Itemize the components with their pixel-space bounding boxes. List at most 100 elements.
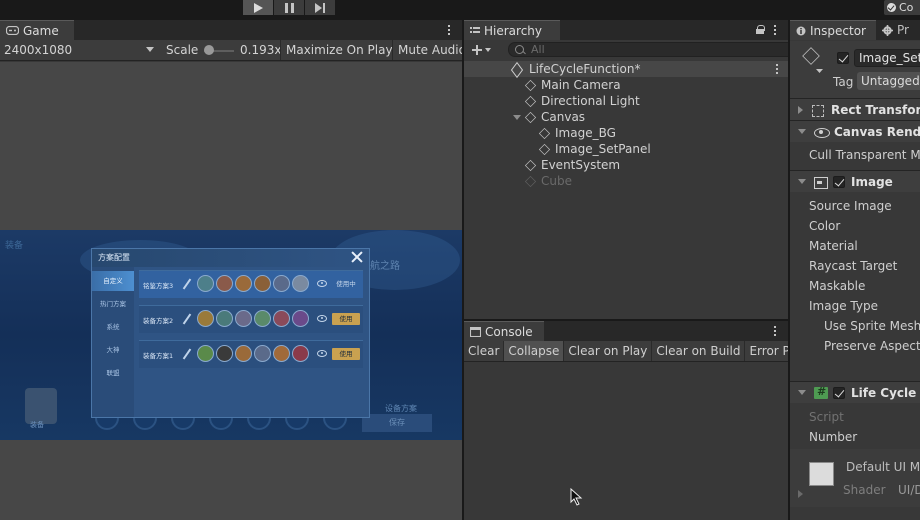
hierarchy-item-label: LifeCycleFunction* — [529, 62, 641, 76]
clear-on-play-toggle[interactable]: Clear on Play — [564, 341, 653, 361]
scale-slider-handle[interactable] — [204, 45, 214, 55]
hierarchy-item-image-setpanel[interactable]: Image_SetPanel — [464, 141, 788, 157]
hierarchy-item-eventsystem[interactable]: EventSystem — [464, 157, 788, 173]
game-menu-icon[interactable] — [446, 23, 452, 37]
dialog-side-item-system[interactable]: 系统 — [92, 317, 134, 337]
scheme-row[interactable]: 装备方案2 使用 — [139, 305, 363, 333]
tag-dropdown[interactable]: Untagged — [857, 72, 920, 90]
scheme-row[interactable]: 装备方案1 使用 — [139, 340, 363, 368]
foldout-arrow-icon[interactable] — [798, 490, 803, 498]
mute-audio-button[interactable]: Mute Audio — [392, 40, 462, 60]
gameobject-icon — [524, 95, 537, 107]
number-label: Number — [809, 430, 858, 444]
bg-save-button: 保存 — [362, 414, 432, 432]
game-view[interactable]: 装备 航之路 装备 设备方案 保存 方案配置 自定义 热门方案 系统 大神 联盟 — [0, 62, 462, 520]
lock-icon[interactable] — [756, 25, 765, 34]
tab-inspector[interactable]: Inspector — [790, 20, 876, 40]
tab-project-settings[interactable]: Pr — [878, 20, 920, 40]
collapse-toggle[interactable]: Collapse — [504, 341, 565, 361]
game-panel: Game 2400x1080 Scale 0.193x Maximize On … — [0, 20, 462, 520]
edit-wand-icon[interactable] — [182, 277, 192, 291]
chevron-down-icon[interactable] — [816, 69, 823, 74]
tab-console[interactable]: Console — [464, 321, 544, 341]
dialog-side-item-custom[interactable]: 自定义 — [92, 271, 134, 291]
tag-label: Tag — [833, 75, 854, 89]
search-icon — [515, 45, 524, 54]
use-scheme-button[interactable]: 使用 — [332, 313, 360, 325]
tab-console-label: Console — [485, 324, 533, 339]
hierarchy-item-image-bg[interactable]: Image_BG — [464, 125, 788, 141]
component-enabled-checkbox[interactable] — [833, 175, 845, 188]
collab-label: Co — [899, 1, 914, 14]
dialog-sidebar: 自定义 热门方案 系统 大神 联盟 — [92, 267, 134, 417]
game-tabbar: Game — [0, 20, 462, 40]
dialog-side-item-league[interactable]: 联盟 — [92, 363, 134, 383]
gameobject-icon — [524, 79, 537, 91]
component-image[interactable]: Image — [790, 170, 920, 192]
pause-icon — [284, 2, 294, 13]
tab-game[interactable]: Game — [0, 20, 74, 40]
hierarchy-item-directional-light[interactable]: Directional Light — [464, 93, 788, 109]
hierarchy-item-cube[interactable]: Cube — [464, 173, 788, 189]
preview-eye-icon[interactable] — [317, 280, 327, 287]
gameobject-icon — [524, 111, 537, 123]
edit-wand-icon[interactable] — [182, 312, 192, 326]
active-checkbox[interactable] — [837, 52, 849, 64]
hierarchy-item-canvas[interactable]: Canvas — [464, 109, 788, 125]
hierarchy-item-label: Image_SetPanel — [555, 142, 651, 156]
inspector-tabbar: Inspector Pr — [790, 20, 920, 40]
hierarchy-item-scene[interactable]: LifeCycleFunction* — [464, 61, 788, 77]
bg-bottom-right-label: 设备方案 — [385, 404, 417, 413]
create-button[interactable] — [468, 41, 500, 58]
image-icon — [814, 176, 828, 189]
hierarchy-menu-icon[interactable] — [772, 23, 778, 37]
use-scheme-button[interactable]: 使用 — [332, 348, 360, 360]
console-log-area[interactable] — [464, 363, 788, 520]
preview-eye-icon[interactable] — [317, 315, 327, 322]
dialog-side-item-master[interactable]: 大神 — [92, 340, 134, 360]
component-enabled-checkbox[interactable] — [833, 386, 845, 399]
scheme-row[interactable]: 铭鉴方案3 使用中 — [139, 270, 363, 298]
dialog-side-item-popular[interactable]: 热门方案 — [92, 294, 134, 314]
scale-control: Scale 0.193x — [160, 40, 280, 60]
foldout-arrow-icon — [798, 129, 806, 134]
component-title: Life Cycle Function — [851, 385, 920, 400]
gameobject-icon — [524, 159, 537, 171]
shader-label: Shader — [843, 483, 886, 497]
maximize-on-play-button[interactable]: Maximize On Play — [280, 40, 392, 60]
shader-dropdown[interactable]: UI/Default — [898, 483, 920, 497]
hierarchy-item-label: Cube — [541, 174, 572, 188]
tab-hierarchy[interactable]: Hierarchy — [464, 20, 560, 40]
hierarchy-item-label: Canvas — [541, 110, 586, 124]
mouse-cursor-icon — [570, 488, 583, 506]
pause-button[interactable] — [274, 0, 304, 15]
scene-menu-icon[interactable] — [774, 62, 780, 76]
bg-hero-avatar — [25, 388, 57, 424]
resolution-dropdown[interactable]: 2400x1080 — [0, 40, 158, 60]
error-pause-toggle[interactable]: Error Pause — [745, 341, 788, 361]
component-life-cycle-function[interactable]: Life Cycle Function — [790, 381, 920, 403]
foldout-arrow-icon[interactable] — [513, 114, 521, 120]
component-canvas-renderer[interactable]: Canvas Renderer — [790, 120, 920, 142]
console-menu-icon[interactable] — [772, 324, 778, 338]
component-rect-transform[interactable]: Rect Transform — [790, 98, 920, 120]
preview-eye-icon[interactable] — [317, 350, 327, 357]
edit-wand-icon[interactable] — [182, 347, 192, 361]
dialog-header: 方案配置 — [92, 249, 369, 267]
game-toolbar: 2400x1080 Scale 0.193x Maximize On Play … — [0, 40, 462, 61]
material-swatch[interactable] — [809, 462, 834, 486]
clear-button[interactable]: Clear — [464, 341, 505, 361]
close-icon[interactable] — [351, 250, 363, 264]
collab-button[interactable]: Co — [884, 0, 920, 15]
object-name-field[interactable]: Image_SetPanel — [854, 49, 920, 67]
clear-on-build-toggle[interactable]: Clear on Build — [652, 341, 746, 361]
scheme-name: 装备方案2 — [143, 317, 174, 325]
step-button[interactable] — [305, 0, 335, 15]
gameobject-icon — [538, 127, 551, 139]
play-button[interactable] — [243, 0, 273, 15]
resolution-value: 2400x1080 — [4, 43, 73, 57]
preserve-aspect-label: Preserve Aspect — [824, 339, 920, 353]
list-icon — [470, 26, 480, 33]
hierarchy-item-main-camera[interactable]: Main Camera — [464, 77, 788, 93]
hierarchy-search-input[interactable]: All — [508, 42, 788, 57]
